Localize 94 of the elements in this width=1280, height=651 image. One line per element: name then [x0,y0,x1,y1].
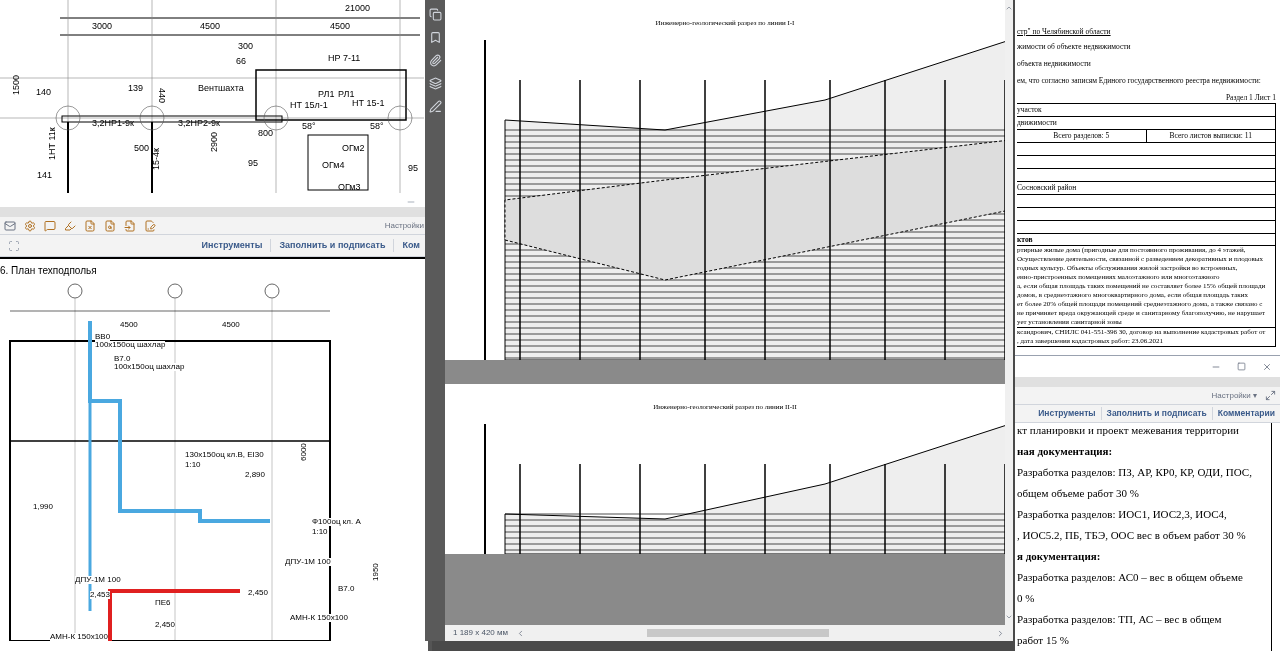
dimension-label: НТ 15л-1 [290,101,328,110]
toolbar-icon[interactable] [24,219,36,232]
plan-label: 2,450 [248,589,269,597]
close-icon[interactable] [1262,361,1272,372]
dimension-label: НТ 15-1 [352,99,385,108]
dimension-label: 300 [238,42,254,51]
sidebar-icon[interactable] [428,31,442,44]
plan-label: 6000 [300,443,308,461]
dimension-label: 3,2НР1-9к [92,119,134,128]
dimension-label: 140 [36,88,52,97]
dimension-label: 500 [134,144,150,153]
scroll-right-icon[interactable] [996,628,1005,638]
panel-tab[interactable]: Заполнить и подписать [1100,407,1212,420]
dimension-label: 2900 [210,131,219,152]
document-line: Разработка разделов: АС0 – вес в общем объеме [1017,570,1244,584]
document-line: 0 % [1017,591,1036,605]
plan-label: 2,453 [90,591,111,599]
sidebar-icon[interactable] [428,77,442,90]
plan-label: ДПУ-1М 100 [285,558,331,566]
document-line: Разработка разделов: ИОС1, ИОС2,3, ИОС4, [1017,507,1228,521]
panel-tab[interactable]: Инструменты [1033,407,1101,420]
dimension-label: 95 [408,164,418,173]
vertical-scrollbar[interactable] [1005,0,1013,625]
page-size-label: 1 189 x 420 мм [453,627,509,639]
document-heading: я документация: [1017,549,1102,563]
document-heading: ная документация: [1017,444,1114,458]
document-line: , ИОС5.2, ПБ, ТБЭ, ООС вес в объем работ 30 % [1017,528,1247,542]
dimension-label: 1НТ 11к [48,127,57,160]
dimension-label: 139 [128,84,144,93]
panel-tab[interactable]: Заполнить и подписать [270,238,394,253]
dimension-label: 3000 [92,22,113,31]
settings-menu[interactable]: Настройки ▾ [1211,389,1257,402]
plan-label: 2,890 [245,471,266,479]
dimension-label: 3,2НР2-9к [178,119,220,128]
plan-label: 130х150оц кл.В, EI30 [185,451,264,459]
sidebar-icon[interactable] [428,8,442,21]
dimension-label: 58° [302,122,316,131]
settings-menu[interactable]: Настройки [384,219,424,232]
plan-label: В7.0 [338,585,355,593]
plan-label: ДПУ-1М 100 [75,576,121,584]
dimension-label: РЛ1 [318,90,335,99]
plan-label: 4500 [222,321,240,329]
document-line: Разработка разделов: ПЗ, АР, КР0, КР, ОДИ, ПОС, [1017,465,1253,479]
plan-label: 1:10 [312,528,328,536]
panel-tab[interactable]: Комментарии [1211,407,1280,420]
plan-label: АМН-К 150х100 [50,633,109,641]
sidebar-icon[interactable] [428,54,442,67]
dimension-label: 1500 [12,74,21,95]
expand-icon[interactable] [1265,390,1276,401]
sheet-title: 6. План техподполья [0,264,97,278]
dimension-label: ОГм4 [322,161,345,170]
plan-label: 1:10 [185,461,201,469]
document-line: кт планировки и проект межевания территории [1017,423,1240,437]
dimension-label: 4500 [200,22,221,31]
sidebar-icon[interactable] [428,100,442,113]
dimension-label: Вентшахта [198,84,244,93]
panel-tab[interactable]: Инструменты [193,238,271,253]
toolbar-icon[interactable] [84,219,96,232]
plan-label: 100х150оц шахлар [114,363,185,371]
document-line: работ 15 % [1017,633,1070,647]
plan-label: 100х150оц шахлар [95,341,166,349]
dimension-label: ОГм3 [338,183,361,192]
mail-icon[interactable] [4,219,16,232]
dimension-label: НР 7-11 [328,54,361,63]
plan-label: 4500 [120,321,138,329]
document-line: общем объеме работ 30 % [1017,486,1140,500]
dimension-label: 141 [37,171,53,180]
dimension-label: 440 [157,88,166,104]
toolbar-icon[interactable] [44,219,56,232]
dimension-label: ОГм2 [342,144,365,153]
dimension-label: 15-4к [152,148,161,170]
dimension-label: 66 [236,57,246,66]
toolbar-icon[interactable] [124,219,136,232]
dimension-label: 21000 [345,4,371,13]
document-line: Разработка разделов: ТП, АС – вес в общем [1017,612,1223,626]
dimension-label: 800 [258,129,274,138]
dimension-label: 4500 [330,22,351,31]
plan-label: 1950 [372,563,380,581]
toolbar-icon[interactable] [104,219,116,232]
scroll-down-icon[interactable] [1005,613,1013,621]
plan-label: Ф100оц кл. А [312,518,361,526]
toolbar-icon[interactable] [64,219,76,232]
plan-label: 2,450 [155,621,176,629]
scroll-up-icon[interactable] [1005,4,1013,12]
plan-label: АМН-К 150х100 [290,614,349,622]
plan-label: 1,990 [33,503,54,511]
dimension-label: 95 [248,159,258,168]
toolbar-icon[interactable] [144,219,156,232]
plan-label: ВВ0 [95,333,111,341]
dimension-label: 58° [370,122,384,131]
dimension-label: РЛ1 [338,90,355,99]
plan-label: ПЕ6 [155,599,171,607]
plan-label: В7.0 [114,355,131,363]
maximize-icon[interactable] [1237,362,1246,371]
